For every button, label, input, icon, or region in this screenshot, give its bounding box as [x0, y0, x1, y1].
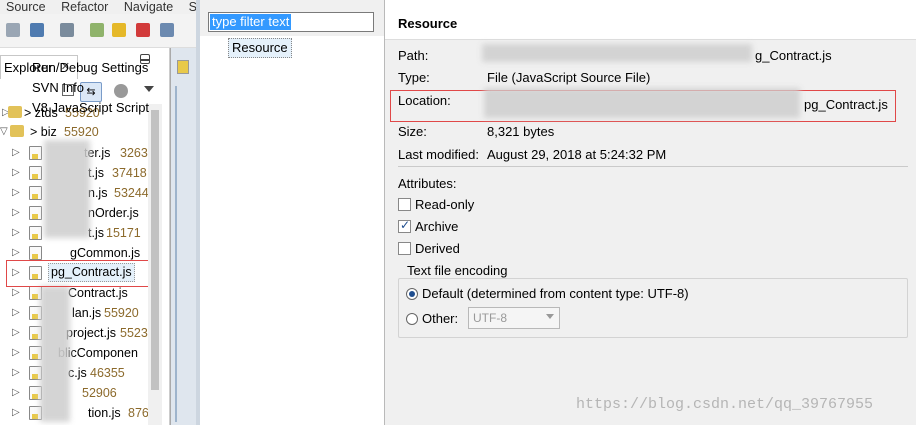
last-modified-label: Last modified: [398, 147, 479, 162]
tree-size: 52906 [82, 386, 117, 400]
encoding-select[interactable]: UTF-8 [468, 307, 560, 329]
project-icon [8, 106, 22, 118]
menu-bar: Source Refactor Navigate S [0, 0, 196, 14]
resource-properties [385, 0, 916, 425]
js-file-icon [29, 146, 42, 160]
tree-label: n.js [88, 186, 108, 200]
vertical-ruler [175, 86, 177, 422]
folder-icon [10, 125, 24, 137]
archive-label: Archive [415, 219, 459, 234]
redaction-blur [484, 88, 800, 118]
tree-size: 15171 [106, 226, 141, 240]
path-label: Path: [398, 48, 429, 63]
tree-label: > biz [30, 125, 57, 139]
properties-header [385, 0, 916, 40]
filter-placeholder: type filter text [210, 14, 292, 30]
archive-checkbox[interactable] [398, 218, 411, 233]
tree-label: project.js [66, 326, 117, 340]
page-title: Resource [398, 16, 458, 31]
menu-refactor[interactable]: Refactor [61, 0, 108, 14]
chevron-down-icon [546, 314, 554, 319]
location-label: Location: [398, 93, 451, 108]
properties-nav-list [200, 36, 384, 425]
js-file-icon [29, 226, 42, 240]
tree-size: 46355 [90, 366, 125, 380]
filter-input[interactable]: type filter text [208, 12, 374, 32]
attributes-label: Attributes: [398, 176, 457, 191]
nav-item-resource[interactable]: Resource [228, 38, 292, 58]
redaction-blur [40, 286, 70, 422]
terminate-icon[interactable] [136, 23, 150, 37]
focus-icon[interactable] [114, 84, 128, 98]
js-file-icon [29, 166, 42, 180]
tree-size: 55920 [104, 306, 139, 320]
readonly-checkbox[interactable] [398, 198, 411, 211]
size-value: 8,321 bytes [487, 124, 555, 139]
derived-label: Derived [415, 241, 460, 256]
tree-size: 55920 [64, 125, 99, 139]
redaction-blur [44, 140, 90, 238]
nav-item-run-debug[interactable]: Run/Debug Settings [32, 59, 148, 77]
type-value: File (JavaScript Source File) [487, 70, 651, 85]
new-icon[interactable] [6, 23, 20, 37]
tree-label: t.js [88, 166, 104, 180]
editor-gutter [170, 48, 196, 425]
disconnect-icon[interactable] [160, 23, 174, 37]
encoding-select-value: UTF-8 [473, 311, 507, 325]
highlight-box-file [6, 260, 152, 287]
tree-label: tion.js [88, 406, 121, 420]
explorer-scrollbar[interactable] [148, 104, 162, 425]
readonly-label: Read-only [415, 197, 475, 212]
tree-size: 5523 [120, 326, 148, 340]
encoding-legend: Text file encoding [404, 263, 511, 278]
location-value: pg_Contract.js [804, 97, 888, 112]
other-encoding-label: Other: [422, 311, 459, 326]
watermark: https://blog.csdn.net/qq_39767955 [576, 396, 874, 413]
path-value: g_Contract.js [755, 48, 832, 63]
other-encoding-radio[interactable] [406, 313, 418, 325]
tree-size: 37418 [112, 166, 147, 180]
js-file-icon [29, 206, 42, 220]
tree-label: lan.js [72, 306, 102, 320]
nav-item-v8-script[interactable]: V8 JavaScript Script [32, 99, 149, 117]
divider [398, 166, 908, 167]
default-encoding-label: Default (determined from content type: U… [422, 286, 689, 301]
save-icon[interactable] [30, 23, 44, 37]
menu-navigate[interactable]: Navigate [124, 0, 173, 14]
redaction-blur [482, 44, 752, 62]
js-editor-icon [177, 60, 189, 74]
size-label: Size: [398, 124, 427, 139]
js-file-icon [29, 246, 42, 260]
derived-checkbox[interactable] [398, 242, 411, 255]
tree-label: c.js [68, 366, 87, 380]
tree-label: nOrder.js [88, 206, 139, 220]
resume-icon[interactable] [90, 23, 104, 37]
suspend-icon[interactable] [112, 23, 126, 37]
last-modified-value: August 29, 2018 at 5:24:32 PM [487, 147, 667, 162]
skip-breakpoints-icon[interactable] [60, 23, 74, 37]
type-label: Type: [398, 70, 430, 85]
nav-item-svn-info[interactable]: SVN Info [32, 79, 84, 97]
menu-search[interactable]: S [189, 0, 196, 14]
menu-source[interactable]: Source [6, 0, 46, 14]
tree-size: 876 [128, 406, 149, 420]
js-file-icon [29, 186, 42, 200]
tree-label: t.js [88, 226, 104, 240]
main-toolbar [0, 14, 196, 48]
view-menu-icon[interactable] [144, 86, 154, 92]
tree-size: 3263 [120, 146, 148, 160]
default-encoding-radio[interactable] [406, 288, 418, 300]
tree-size: 53244 [114, 186, 149, 200]
